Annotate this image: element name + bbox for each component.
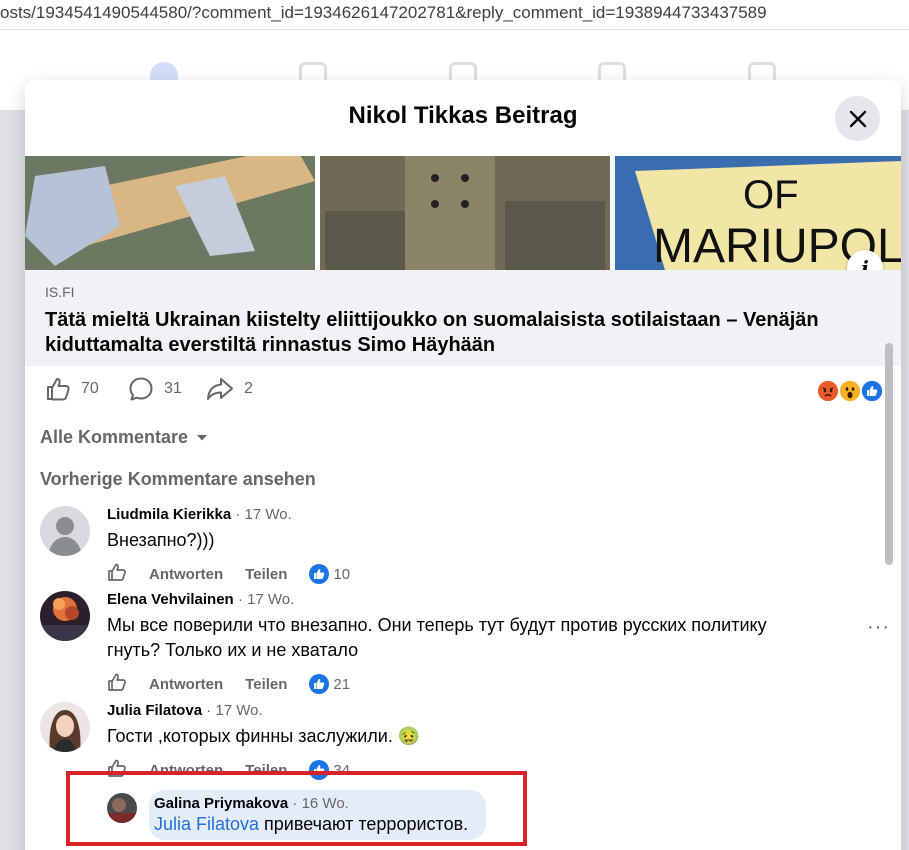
like-count: 70 xyxy=(81,380,99,397)
comment-text: Гости ,которых финны заслужили. 🤢 xyxy=(107,726,421,746)
comment-author[interactable]: Elena Vehvilainen xyxy=(107,591,234,608)
comment-like-count[interactable]: 10 xyxy=(309,564,350,584)
comment-time[interactable]: · 17 Wo. xyxy=(202,702,262,719)
view-previous-comments-link[interactable]: Vorherige Kommentare ansehen xyxy=(40,469,316,490)
thumbs-up-icon xyxy=(108,673,126,691)
link-preview-image[interactable]: OF MARIUPOL xyxy=(25,156,901,270)
comment-share-button[interactable]: Teilen xyxy=(245,676,287,693)
comment-text: Внезапно?))) xyxy=(107,530,215,550)
link-title: Tätä mieltä Ukrainan kiistelty eliittijo… xyxy=(45,309,819,356)
modal-title: Nikol Tikkas Beitrag xyxy=(348,102,578,129)
angry-reaction-icon xyxy=(816,379,840,403)
more-options-icon[interactable]: ··· xyxy=(867,616,890,639)
share-icon xyxy=(207,378,233,400)
comment-sort-dropdown[interactable]: Alle Kommentare xyxy=(40,427,208,448)
comment-text: Мы все поверили что внезапно. Они теперь… xyxy=(107,615,767,660)
thumbs-up-icon xyxy=(108,563,126,581)
close-icon xyxy=(849,110,866,127)
link-domain: IS.FI xyxy=(45,284,75,300)
scrollbar[interactable] xyxy=(885,343,893,565)
like-badge-icon xyxy=(309,564,330,584)
comment-like-number: 21 xyxy=(333,675,351,693)
comment-button[interactable]: 31 xyxy=(128,376,182,402)
comment-actions: Antworten Teilen 10 xyxy=(107,562,350,586)
comment-time[interactable]: · 17 Wo. xyxy=(234,591,294,608)
thumbs-up-icon xyxy=(47,378,70,401)
comment-like-number: 10 xyxy=(333,565,351,583)
hero-sign-line-1: OF xyxy=(743,173,799,217)
close-button[interactable] xyxy=(835,96,880,141)
comment-header: Liudmila Kierikka · 17 Wo. xyxy=(107,506,292,523)
share-button[interactable]: 2 xyxy=(206,376,253,402)
post-modal: Nikol Tikkas Beitrag OF MARIUPOL i IS.FI… xyxy=(25,80,901,850)
comment-icon xyxy=(129,377,153,401)
comment-author[interactable]: Julia Filatova xyxy=(107,702,202,719)
avatar[interactable] xyxy=(40,506,90,556)
comment-share-button[interactable]: Teilen xyxy=(245,566,287,583)
browser-url-bar[interactable]: osts/1934541490544580/?comment_id=193462… xyxy=(0,0,909,30)
comment-item: Julia Filatova · 17 Wo. Гости ,которых ф… xyxy=(40,702,880,782)
like-badge-icon xyxy=(309,674,330,694)
comment-header: Elena Vehvilainen · 17 Wo. xyxy=(107,591,294,608)
link-preview[interactable]: IS.FI Tätä mieltä Ukrainan kiistelty eli… xyxy=(25,270,901,366)
comment-item: Liudmila Kierikka · 17 Wo. Внезапно?))) … xyxy=(40,506,880,586)
hero-illustration: OF MARIUPOL xyxy=(25,156,901,270)
comment-item: Elena Vehvilainen · 17 Wo. Мы все повери… xyxy=(40,591,889,701)
comment-time[interactable]: · 17 Wo. xyxy=(231,506,291,523)
sort-label: Alle Kommentare xyxy=(40,427,189,447)
comment-header: Julia Filatova · 17 Wo. xyxy=(107,702,263,719)
reaction-summary[interactable] xyxy=(816,379,886,405)
comment-reply-button[interactable]: Antworten xyxy=(149,566,223,583)
share-count: 2 xyxy=(244,380,253,397)
highlight-box xyxy=(66,771,527,846)
comment-like-count[interactable]: 21 xyxy=(309,674,350,694)
comment-count: 31 xyxy=(164,380,182,397)
comment-like-button[interactable] xyxy=(107,672,127,696)
comment-actions: Antworten Teilen 21 xyxy=(107,672,350,696)
post-stats: 70 31 2 xyxy=(25,376,901,406)
wow-reaction-icon xyxy=(838,379,862,403)
comment-reply-button[interactable]: Antworten xyxy=(149,676,223,693)
comment-author[interactable]: Liudmila Kierikka xyxy=(107,506,231,523)
caret-down-icon xyxy=(197,434,208,440)
like-button[interactable]: 70 xyxy=(45,376,99,402)
avatar[interactable] xyxy=(40,591,90,641)
comment-like-button[interactable] xyxy=(107,562,127,586)
url-text: osts/1934541490544580/?comment_id=193462… xyxy=(0,3,767,22)
like-reaction-icon xyxy=(860,379,884,403)
avatar[interactable] xyxy=(40,702,90,752)
